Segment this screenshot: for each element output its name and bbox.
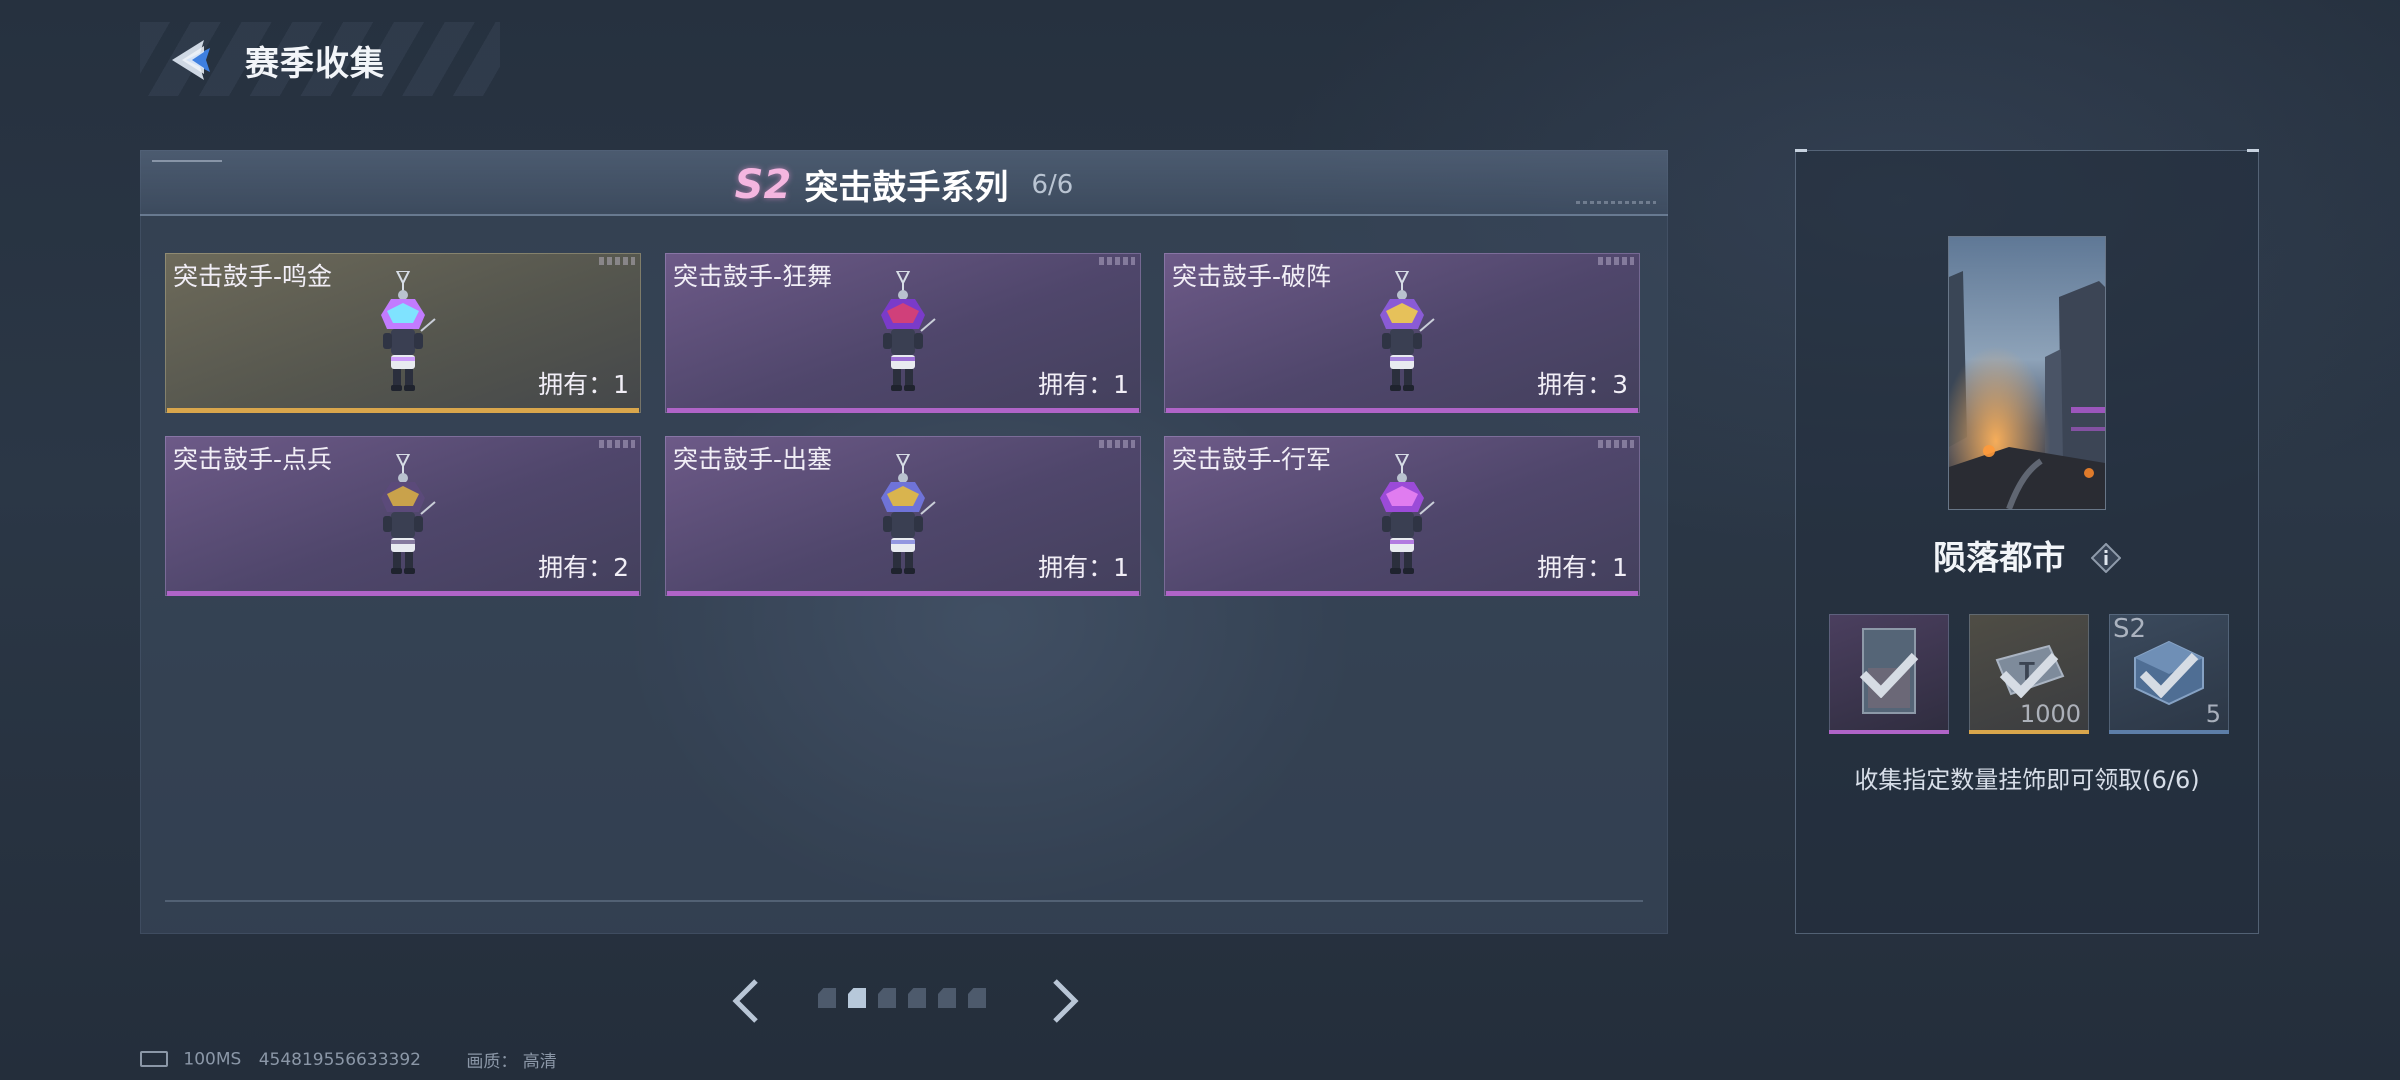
page-dot[interactable] — [818, 988, 836, 1008]
reward-panel: 陨落都市 T 1000 S2 5 收集指定数量挂饰即可领取(6/6) — [1795, 149, 2259, 934]
reward-slot-crate[interactable]: S2 5 — [2109, 614, 2229, 734]
series-title: S2 突击鼓手系列 6/6 — [140, 160, 1668, 209]
reward-name-row: 陨落都市 — [1796, 531, 2258, 579]
item-card[interactable]: 突击鼓手-行军 拥有：1 — [1164, 436, 1640, 596]
card-corner-decoration — [1099, 257, 1135, 265]
page-dot[interactable] — [878, 988, 896, 1008]
drummer-charm-icon — [1362, 270, 1442, 395]
series-name: 突击鼓手系列 — [804, 168, 1009, 208]
reward-quantity: 1000 — [2019, 700, 2081, 728]
chevron-right-icon — [1053, 979, 1079, 1023]
reward-slot-coupon[interactable]: T 1000 — [1969, 614, 2089, 734]
owned-count: 拥有：1 — [1038, 370, 1129, 399]
owned-count: 拥有：1 — [538, 370, 629, 399]
reward-name: 陨落都市 — [1933, 538, 2066, 577]
reward-quantity: 5 — [2205, 700, 2221, 728]
item-card[interactable]: 突击鼓手-鸣金 拥有：1 — [165, 253, 641, 413]
rarity-bar — [1829, 730, 1949, 734]
page-dot[interactable] — [848, 988, 866, 1008]
card-corner-decoration — [1598, 440, 1634, 448]
battery-icon — [140, 1050, 168, 1067]
checkmark-icon — [1859, 652, 1919, 698]
page-header: 赛季收集 — [140, 22, 500, 96]
checkmark-icon — [1999, 652, 2059, 698]
collection-panel: S2 突击鼓手系列 6/6 突击鼓手-鸣金 拥有：1 突击鼓手-狂舞 拥有：1 … — [140, 150, 1668, 934]
status-bar: 100MS 454819556633392 画质： 高清 — [140, 1047, 557, 1072]
rarity-bar — [1166, 408, 1638, 413]
item-card[interactable]: 突击鼓手-出塞 拥有：1 — [665, 436, 1141, 596]
ping-value: 100MS — [183, 1049, 242, 1070]
chevron-left-icon — [732, 979, 758, 1023]
panel-divider — [165, 900, 1643, 902]
page-dot[interactable] — [908, 988, 926, 1008]
card-corner-decoration — [1598, 257, 1634, 265]
reward-description: 收集指定数量挂饰即可领取(6/6) — [1854, 766, 2200, 794]
drummer-charm-icon — [363, 453, 443, 578]
card-corner-decoration — [599, 257, 635, 265]
quality-label: 画质： — [466, 1052, 518, 1072]
rarity-bar — [1969, 730, 2089, 734]
info-button[interactable] — [2090, 542, 2122, 573]
drummer-charm-icon — [863, 270, 943, 395]
rarity-bar — [167, 591, 639, 596]
corner-decoration — [2247, 149, 2259, 152]
info-icon — [2090, 542, 2122, 573]
series-progress: 6/6 — [1031, 169, 1074, 200]
series-header: S2 突击鼓手系列 6/6 — [140, 150, 1668, 216]
item-card[interactable]: 突击鼓手-点兵 拥有：2 — [165, 436, 641, 596]
owned-count: 拥有：1 — [1038, 553, 1129, 582]
item-name: 突击鼓手-出塞 — [673, 445, 833, 474]
back-arrow-icon — [172, 40, 210, 80]
owned-count: 拥有：2 — [538, 553, 629, 582]
next-page-button[interactable] — [1045, 975, 1085, 1027]
owned-count: 拥有：1 — [1537, 553, 1628, 582]
owned-count: 拥有：3 — [1537, 370, 1628, 399]
reward-slot-card[interactable] — [1829, 614, 1949, 734]
corner-decoration — [1795, 149, 1807, 152]
rarity-bar — [1166, 591, 1638, 596]
rarity-bar — [667, 591, 1139, 596]
season-badge: S2 — [734, 161, 792, 208]
item-name: 突击鼓手-狂舞 — [673, 262, 833, 291]
drummer-charm-icon — [363, 270, 443, 395]
drummer-charm-icon — [1362, 453, 1442, 578]
item-name: 突击鼓手-行军 — [1172, 445, 1332, 474]
item-card[interactable]: 突击鼓手-狂舞 拥有：1 — [665, 253, 1141, 413]
page-title: 赛季收集 — [245, 44, 385, 84]
item-card[interactable]: 突击鼓手-破阵 拥有：3 — [1164, 253, 1640, 413]
checkmark-icon — [2139, 652, 2199, 698]
ruined-city-illustration — [1949, 237, 2105, 509]
page-dot[interactable] — [938, 988, 956, 1008]
item-name: 突击鼓手-鸣金 — [173, 262, 333, 291]
card-corner-decoration — [599, 440, 635, 448]
rarity-bar — [2109, 730, 2229, 734]
rarity-bar — [667, 408, 1139, 413]
drummer-charm-icon — [863, 453, 943, 578]
quality-value: 高清 — [522, 1052, 557, 1072]
item-name: 突击鼓手-点兵 — [173, 445, 333, 474]
item-name: 突击鼓手-破阵 — [1172, 262, 1332, 291]
rarity-bar — [167, 408, 639, 413]
reward-card-image[interactable] — [1949, 237, 2105, 509]
previous-page-button[interactable] — [726, 975, 766, 1027]
card-corner-decoration — [1099, 440, 1135, 448]
user-id: 454819556633392 — [258, 1049, 421, 1070]
back-button[interactable] — [164, 32, 220, 88]
page-dot[interactable] — [968, 988, 986, 1008]
